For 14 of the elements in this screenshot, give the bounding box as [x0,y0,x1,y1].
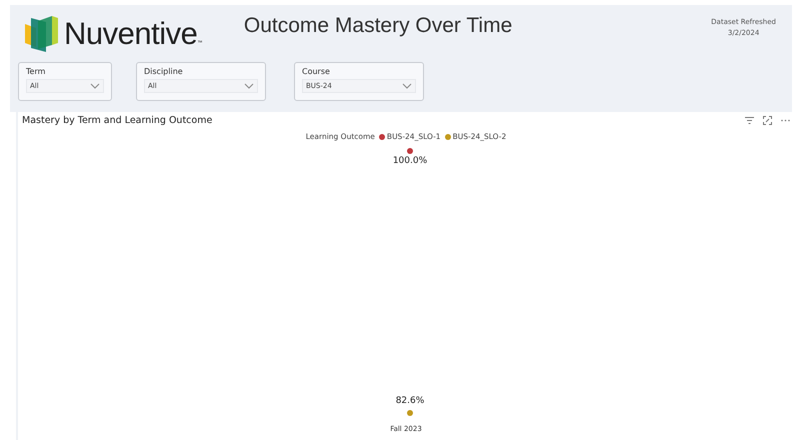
chart-title: Mastery by Term and Learning Outcome [22,115,212,126]
chevron-icon [244,83,254,89]
filter-label: Discipline [144,67,184,76]
filter-label: Course [302,67,331,76]
chevron-icon [90,83,100,89]
data-label: 82.6% [396,396,424,406]
more-options-icon[interactable] [781,119,790,122]
filter-icon[interactable] [745,117,754,124]
chevron-icon [402,83,412,89]
page-title: Outcome Mastery Over Time [244,14,512,38]
focus-mode-icon[interactable] [763,116,772,125]
filter-label: Term [26,67,46,76]
logo-icon [24,15,60,53]
data-label: 100.0% [392,156,428,166]
